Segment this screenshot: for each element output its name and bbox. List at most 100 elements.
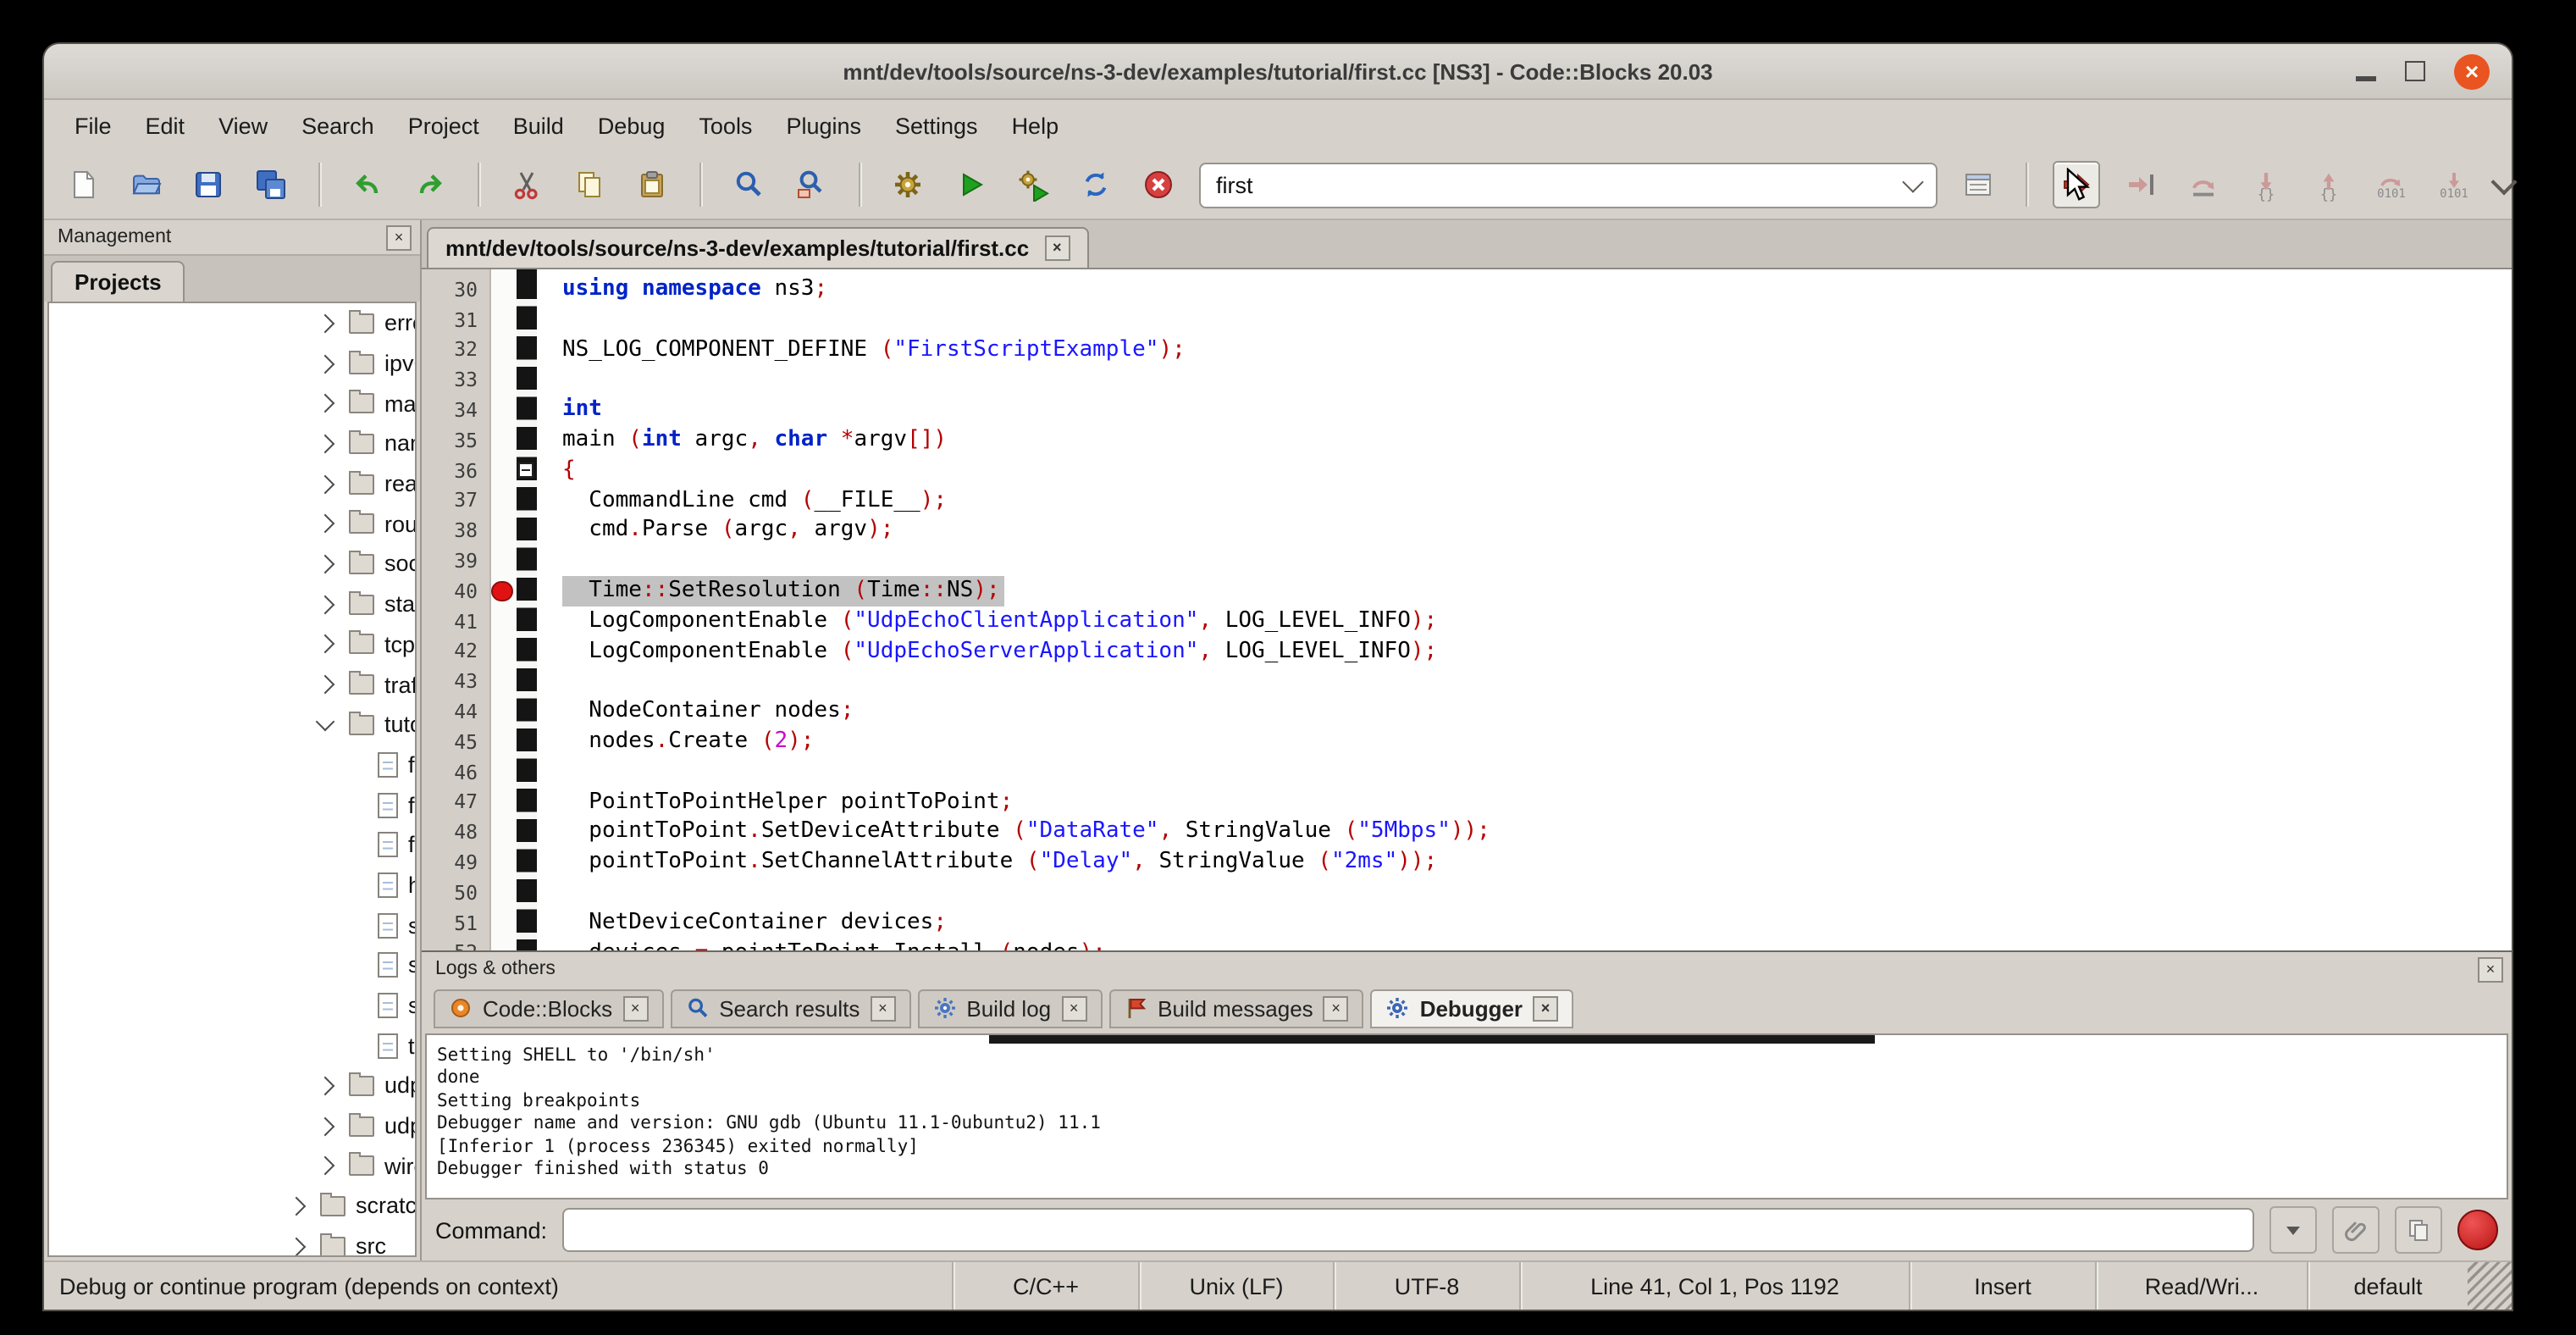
chevron-right-icon[interactable] bbox=[316, 434, 335, 453]
log-tab-build-log[interactable]: Build log× bbox=[917, 989, 1102, 1028]
chevron-right-icon[interactable] bbox=[316, 394, 335, 413]
chevron-right-icon[interactable] bbox=[316, 1156, 335, 1176]
fold-margin[interactable] bbox=[515, 696, 535, 727]
code-text[interactable]: PointToPointHelper pointToPoint; bbox=[535, 787, 2512, 817]
panel-close-icon[interactable]: × bbox=[2478, 956, 2503, 982]
breakpoint-margin[interactable] bbox=[489, 636, 515, 667]
code-editor[interactable]: 30using namespace ns3;3132NS_LOG_COMPONE… bbox=[422, 269, 2512, 950]
breakpoint-margin[interactable] bbox=[489, 667, 515, 697]
tab-close-icon[interactable]: × bbox=[1044, 235, 1070, 261]
menu-view[interactable]: View bbox=[202, 106, 285, 145]
tree-item-nam[interactable]: nam bbox=[49, 424, 415, 463]
paste-button[interactable] bbox=[630, 163, 674, 207]
debug-continue-button[interactable] bbox=[2053, 161, 2100, 208]
tab-close-icon[interactable]: × bbox=[1061, 995, 1086, 1021]
line-number[interactable]: 44 bbox=[422, 700, 489, 723]
stop-debugger-button[interactable] bbox=[2457, 1210, 2498, 1250]
chevron-right-icon[interactable] bbox=[287, 1197, 307, 1216]
breakpoint-margin[interactable] bbox=[489, 907, 515, 938]
chevron-right-icon[interactable] bbox=[316, 313, 335, 333]
next-instruction-button[interactable]: 0101 bbox=[2369, 163, 2413, 207]
menu-debug[interactable]: Debug bbox=[581, 106, 683, 145]
tree-item-scratch[interactable]: scratch bbox=[49, 1186, 415, 1226]
breakpoint-margin[interactable] bbox=[489, 456, 515, 486]
copy-button[interactable] bbox=[567, 163, 611, 207]
breakpoint-margin[interactable] bbox=[489, 485, 515, 516]
build-and-run-button[interactable] bbox=[1011, 163, 1055, 207]
tree-item-udp[interactable]: udp bbox=[49, 1066, 415, 1105]
cut-button[interactable] bbox=[505, 163, 549, 207]
tree-item-mat[interactable]: mat bbox=[49, 384, 415, 424]
code-text[interactable]: devices = pointToPoint.Install (nodes); bbox=[535, 938, 2512, 950]
fold-margin[interactable] bbox=[515, 607, 535, 637]
line-number[interactable]: 33 bbox=[422, 368, 489, 392]
fold-margin[interactable] bbox=[515, 516, 535, 546]
code-text[interactable]: pointToPoint.SetChannelAttribute ("Delay… bbox=[535, 847, 2512, 878]
paperclip-button[interactable] bbox=[2332, 1206, 2380, 1254]
line-number[interactable]: 38 bbox=[422, 519, 489, 543]
breakpoint-margin[interactable] bbox=[489, 847, 515, 878]
breakpoint-margin[interactable] bbox=[489, 607, 515, 637]
menu-settings[interactable]: Settings bbox=[878, 106, 995, 145]
minimize-icon[interactable] bbox=[2356, 77, 2376, 81]
chevron-right-icon[interactable] bbox=[316, 514, 335, 534]
rebuild-button[interactable] bbox=[1074, 163, 1118, 207]
tree-item-fif[interactable]: fif bbox=[49, 745, 415, 784]
tree-item-six[interactable]: six bbox=[49, 985, 415, 1025]
redo-button[interactable] bbox=[408, 163, 452, 207]
step-into-instruction-button[interactable]: 0101 bbox=[2432, 163, 2476, 207]
fold-margin[interactable] bbox=[515, 335, 535, 365]
fold-margin[interactable] bbox=[515, 787, 535, 817]
log-tab-search-results[interactable]: Search results× bbox=[670, 989, 910, 1028]
menu-search[interactable]: Search bbox=[285, 106, 391, 145]
breakpoint-margin[interactable] bbox=[489, 335, 515, 365]
menu-build[interactable]: Build bbox=[496, 106, 581, 145]
line-number[interactable]: 36 bbox=[422, 458, 489, 482]
code-text[interactable]: pointToPoint.SetDeviceAttribute ("DataRa… bbox=[535, 817, 2512, 848]
build-target-options-button[interactable] bbox=[1956, 163, 2000, 207]
code-text[interactable]: NS_LOG_COMPONENT_DEFINE ("FirstScriptExa… bbox=[535, 335, 2512, 365]
line-number[interactable]: 43 bbox=[422, 670, 489, 694]
title-bar[interactable]: mnt/dev/tools/source/ns-3-dev/examples/t… bbox=[44, 44, 2512, 100]
line-number[interactable]: 37 bbox=[422, 489, 489, 512]
breakpoint-margin[interactable] bbox=[489, 365, 515, 396]
tree-item-tcp[interactable]: tcp bbox=[49, 624, 415, 664]
fold-margin[interactable] bbox=[515, 757, 535, 788]
tab-projects[interactable]: Projects bbox=[51, 261, 185, 302]
code-text[interactable]: nodes.Create (2); bbox=[535, 727, 2512, 757]
fold-margin[interactable] bbox=[515, 878, 535, 908]
breakpoint-margin[interactable] bbox=[489, 727, 515, 757]
breakpoint-margin[interactable] bbox=[489, 696, 515, 727]
breakpoint-marker[interactable] bbox=[492, 580, 513, 601]
code-text[interactable]: main (int argc, char *argv[]) bbox=[535, 425, 2512, 456]
tab-close-icon[interactable]: × bbox=[622, 995, 648, 1021]
tree-item-rout[interactable]: rout bbox=[49, 504, 415, 544]
log-tab-code-blocks[interactable]: Code::Blocks× bbox=[434, 989, 663, 1028]
breakpoint-margin[interactable] bbox=[489, 878, 515, 908]
log-tab-build-messages[interactable]: Build messages× bbox=[1108, 989, 1364, 1028]
line-number[interactable]: 42 bbox=[422, 640, 489, 663]
code-text[interactable]: LogComponentEnable ("UdpEchoServerApplic… bbox=[535, 636, 2512, 667]
chevron-right-icon[interactable] bbox=[316, 595, 335, 614]
tree-item-sock[interactable]: sock bbox=[49, 544, 415, 584]
chevron-right-icon[interactable] bbox=[316, 1076, 335, 1095]
fold-margin[interactable] bbox=[515, 425, 535, 456]
line-number[interactable]: 51 bbox=[422, 911, 489, 934]
menu-plugins[interactable]: Plugins bbox=[769, 106, 878, 145]
code-text[interactable]: NodeContainer nodes; bbox=[535, 696, 2512, 727]
tree-item-fir[interactable]: fir bbox=[49, 785, 415, 825]
breakpoint-margin[interactable] bbox=[489, 395, 515, 425]
tree-item-tuto[interactable]: tuto bbox=[49, 705, 415, 745]
line-number[interactable]: 46 bbox=[422, 760, 489, 784]
tab-close-icon[interactable]: × bbox=[870, 995, 895, 1021]
breakpoint-margin[interactable] bbox=[489, 425, 515, 456]
tree-item-se[interactable]: se bbox=[49, 945, 415, 985]
breakpoint-margin[interactable] bbox=[489, 546, 515, 576]
line-number[interactable]: 52 bbox=[422, 941, 489, 950]
breakpoint-margin[interactable] bbox=[489, 274, 515, 305]
maximize-icon[interactable] bbox=[2405, 61, 2425, 81]
tree-item-ipv6[interactable]: ipv6 bbox=[49, 343, 415, 383]
tab-close-icon[interactable]: × bbox=[1324, 995, 1349, 1021]
copy-log-button[interactable] bbox=[2395, 1206, 2442, 1254]
command-history-dropdown[interactable] bbox=[2269, 1206, 2317, 1254]
